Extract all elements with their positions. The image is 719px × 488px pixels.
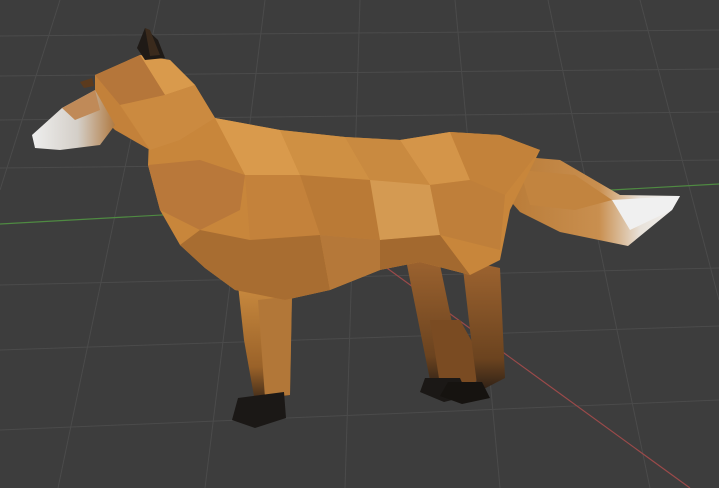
3d-viewport[interactable] [0,0,719,488]
fox-eye [80,78,94,88]
fox-front-paw [232,392,286,428]
fox-front-legs [232,285,292,428]
fox-back-legs [405,255,505,404]
fox-head [32,28,215,150]
viewport-canvas[interactable] [0,0,719,488]
fox-model[interactable] [32,28,680,428]
